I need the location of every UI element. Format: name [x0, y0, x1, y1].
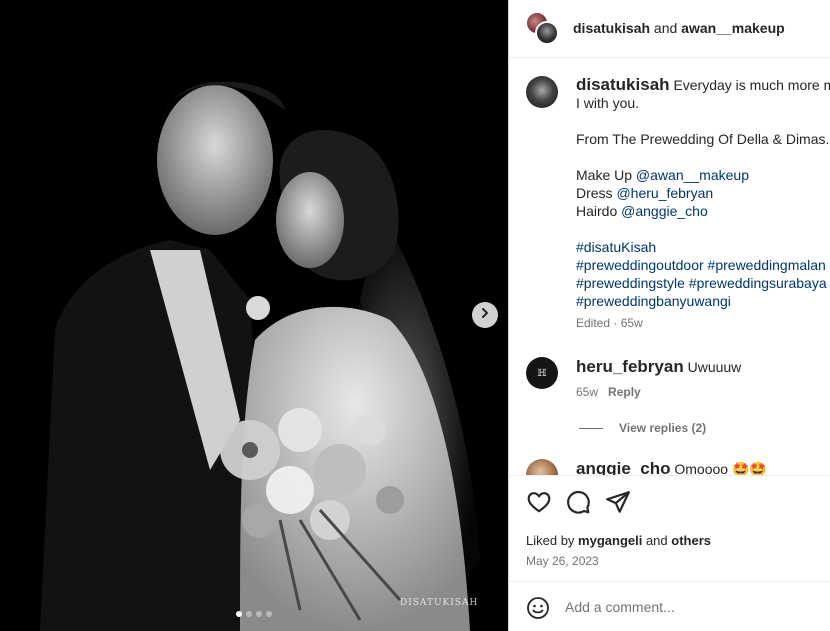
author-joiner: and [650, 20, 682, 36]
caption-credit-label: Hairdo [576, 203, 622, 219]
caption-username[interactable]: disatukisah [576, 75, 670, 94]
comment-username[interactable]: heru_febryan [576, 357, 684, 376]
post-date[interactable]: May 26, 2023 [526, 554, 599, 568]
caption-text: I with you. [576, 95, 640, 111]
comment-text: Omoooo 🤩🤩 [674, 461, 767, 475]
mention-link[interactable]: @heru_febryan [616, 185, 713, 201]
slide-indicator [236, 611, 272, 617]
collaborator-link[interactable]: awan__makeup [681, 20, 785, 36]
avatar[interactable] [535, 21, 559, 45]
slide-dot [266, 611, 272, 617]
likes-prefix: Liked by [526, 533, 579, 548]
post-sidebar: disatukisah and awan__makeup disatukisah… [508, 0, 830, 631]
caption-credit-label: Dress [576, 185, 617, 201]
view-replies-label: View replies (2) [619, 421, 707, 435]
post-photo [0, 0, 508, 631]
author-link[interactable]: disatukisah [573, 20, 650, 36]
emoji-icon[interactable] [526, 596, 550, 620]
caption-time: 65w [620, 316, 643, 330]
post-caption: disatukisah Everyday is much more me I w… [576, 76, 830, 332]
caption-text: From The Prewedding Of Della & Dimas. [576, 131, 830, 147]
hashtag-link[interactable]: #disatuKisah [576, 238, 830, 256]
avatar[interactable] [526, 76, 558, 108]
add-comment-bar [509, 581, 830, 631]
caption-text: Everyday is much more me [673, 77, 830, 93]
avatar[interactable]: ℍ [526, 357, 558, 389]
post-authors: disatukisah and awan__makeup [573, 20, 785, 36]
post-media[interactable]: DISATUKISAH [0, 0, 508, 631]
edited-label: Edited [576, 316, 611, 330]
photo-watermark: DISATUKISAH [400, 598, 479, 608]
comment: anggie_cho Omoooo 🤩🤩 [576, 459, 767, 475]
likes-others-link[interactable]: others [671, 533, 711, 548]
post-header: disatukisah and awan__makeup [509, 0, 830, 58]
view-replies-button[interactable]: View replies (2) [579, 421, 706, 435]
slide-dot [256, 611, 262, 617]
share-icon[interactable] [605, 489, 631, 515]
collab-avatars[interactable] [525, 11, 559, 45]
hashtag-link[interactable]: #preweddingoutdoor #preweddingmalan [576, 256, 830, 274]
reply-button[interactable]: Reply [608, 385, 641, 399]
comment-time: 65w [576, 385, 599, 399]
divider [579, 427, 603, 429]
avatar[interactable] [526, 459, 558, 475]
chevron-right-icon [479, 306, 491, 324]
hashtag-link[interactable]: #preweddingstyle #preweddingsurabaya [576, 274, 830, 292]
comment-username[interactable]: anggie_cho [576, 459, 670, 475]
comment-input[interactable] [565, 596, 815, 618]
comment: heru_febryan Uwuuuw 65w Reply [576, 357, 741, 399]
hashtag-link[interactable]: #preweddingbanyuwangi [576, 292, 830, 310]
mention-link[interactable]: @anggie_cho [621, 203, 708, 219]
slide-dot [236, 611, 242, 617]
comment-icon[interactable] [565, 489, 591, 515]
liker-link[interactable]: mygangeli [578, 533, 642, 548]
likes-joiner: and [642, 533, 672, 548]
post-actions: Liked by mygangeli and others May 26, 20… [509, 475, 830, 581]
slide-dot [246, 611, 252, 617]
comments-section[interactable]: disatukisah Everyday is much more me I w… [509, 59, 830, 475]
next-slide-button[interactable] [472, 302, 498, 328]
logo-icon: ℍ [537, 367, 547, 379]
caption-credit-label: Make Up [576, 167, 636, 183]
heart-icon[interactable] [526, 489, 552, 515]
mention-link[interactable]: @awan__makeup [636, 167, 749, 183]
likes-summary: Liked by mygangeli and others [526, 533, 711, 548]
comment-text: Uwuuuw [687, 359, 742, 375]
